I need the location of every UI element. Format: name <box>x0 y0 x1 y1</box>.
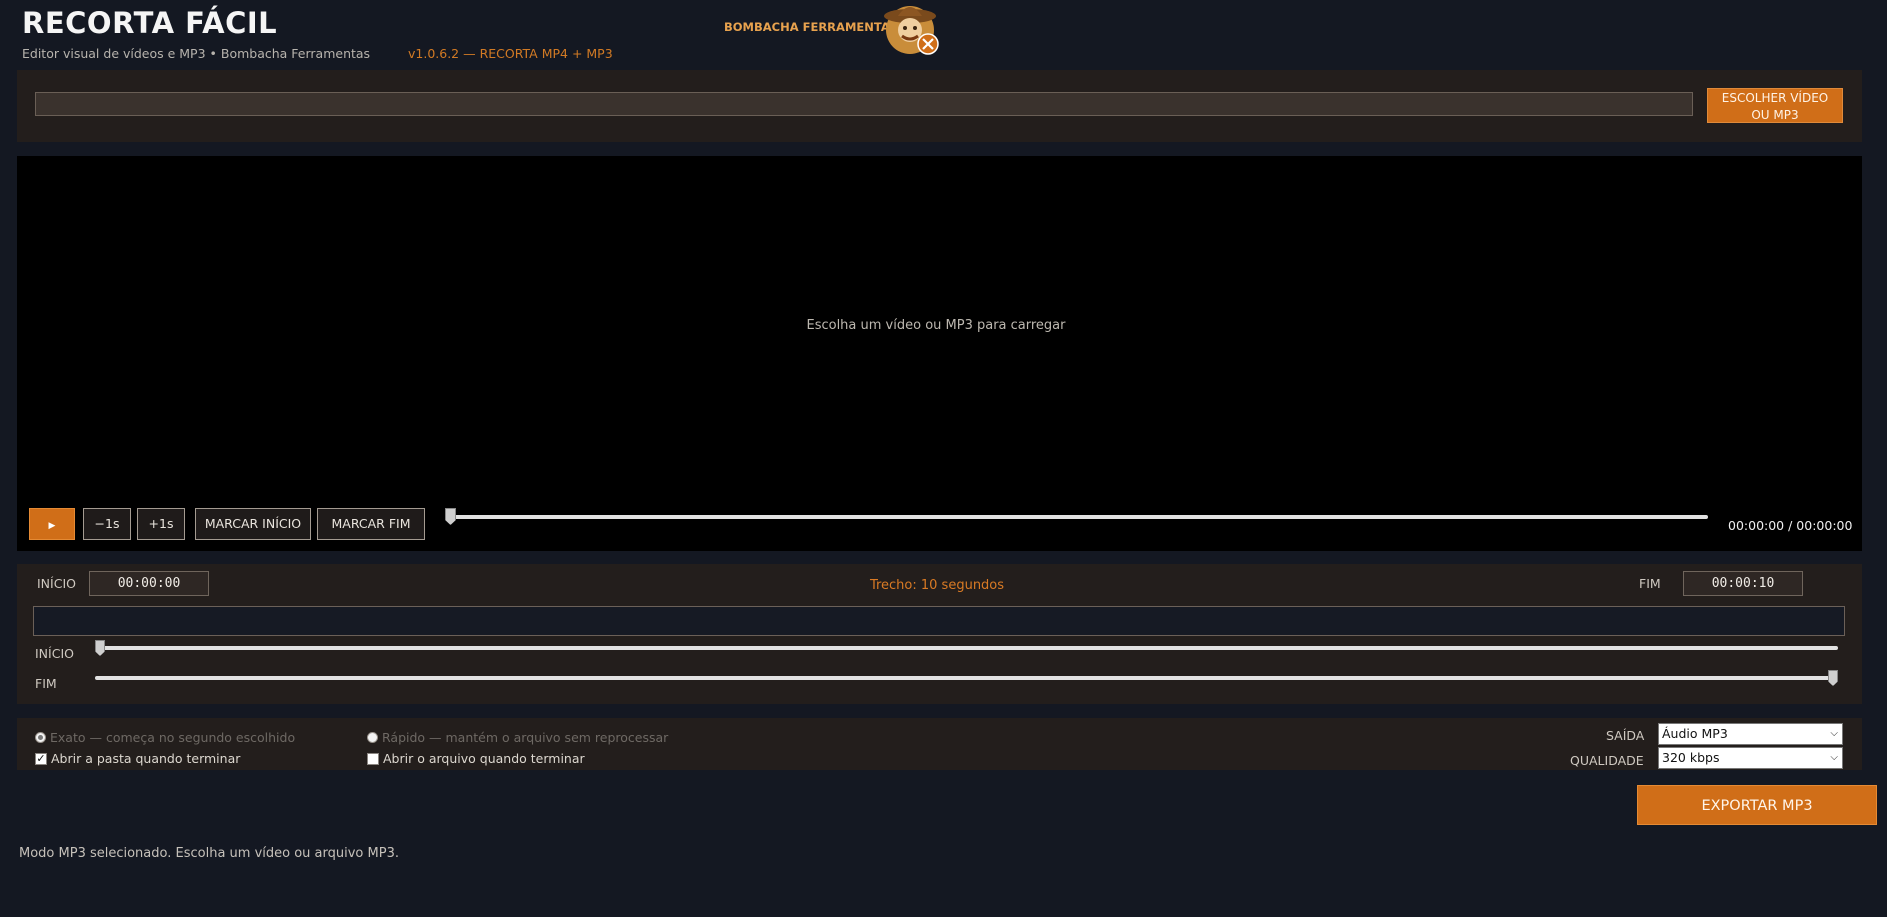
chevron-down-icon: ⌵ <box>1830 728 1838 739</box>
play-button[interactable]: ▶ <box>29 508 75 540</box>
open-file-label: Abrir o arquivo quando terminar <box>383 751 585 766</box>
fast-mode-option[interactable]: Rápido — mantém o arquivo sem reprocessa… <box>367 730 668 745</box>
exact-mode-radio[interactable] <box>35 732 46 743</box>
version-label: v1.0.6.2 — RECORTA MP4 + MP3 <box>408 46 613 61</box>
quality-label: QUALIDADE <box>1570 753 1644 768</box>
waveform-area[interactable] <box>33 606 1845 636</box>
fast-mode-label: Rápido — mantém o arquivo sem reprocessa… <box>382 730 669 745</box>
seek-bar[interactable] <box>450 515 1708 519</box>
choose-file-label-line1: ESCOLHER VÍDEO <box>1721 91 1829 105</box>
forward-1s-button[interactable]: +1s <box>137 508 185 540</box>
end-slider-track[interactable] <box>95 676 1838 680</box>
app-title: RECORTA FÁCIL <box>22 6 278 40</box>
video-placeholder-text: Escolha um vídeo ou MP3 para carregar <box>806 318 1066 333</box>
file-path-input[interactable] <box>35 92 1693 116</box>
mark-start-button[interactable]: MARCAR INÍCIO <box>195 508 311 540</box>
play-icon: ▶ <box>48 521 56 531</box>
quality-select-value: 320 kbps <box>1662 750 1720 765</box>
brand-name: BOMBACHA FERRAMENTAS <box>724 20 898 34</box>
brand-logo-icon <box>882 0 942 56</box>
app-subtitle: Editor visual de vídeos e MP3 • Bombacha… <box>22 46 371 61</box>
end-time-label: FIM <box>1639 576 1661 591</box>
open-folder-label: Abrir a pasta quando terminar <box>51 751 241 766</box>
choose-file-label-line2: OU MP3 <box>1751 108 1799 122</box>
video-preview[interactable] <box>17 156 1862 551</box>
chevron-down-icon: ⌵ <box>1830 752 1838 763</box>
output-select[interactable]: Áudio MP3 ⌵ <box>1658 723 1843 745</box>
start-slider-track[interactable] <box>95 646 1838 650</box>
status-message: Modo MP3 selecionado. Escolha um vídeo o… <box>19 846 399 861</box>
duration-text: Trecho: 10 segundos <box>869 578 1005 593</box>
output-select-value: Áudio MP3 <box>1662 726 1728 741</box>
choose-file-button[interactable]: ESCOLHER VÍDEO OU MP3 <box>1707 88 1843 123</box>
open-file-checkbox[interactable] <box>367 752 379 765</box>
end-time-field[interactable]: 00:00:10 <box>1683 571 1803 596</box>
time-display: 00:00:00 / 00:00:00 <box>1728 518 1853 533</box>
mark-end-button[interactable]: MARCAR FIM <box>317 508 425 540</box>
exact-mode-label: Exato — começa no segundo escolhido <box>50 730 296 745</box>
fast-mode-radio[interactable] <box>367 732 378 743</box>
output-label: SAÍDA <box>1606 728 1645 743</box>
quality-select[interactable]: 320 kbps ⌵ <box>1658 747 1843 769</box>
end-slider-label: FIM <box>35 676 57 691</box>
back-1s-button[interactable]: −1s <box>83 508 131 540</box>
open-file-option[interactable]: Abrir o arquivo quando terminar <box>367 751 585 766</box>
exact-mode-option[interactable]: Exato — começa no segundo escolhido <box>35 730 295 745</box>
open-folder-option[interactable]: ✓ Abrir a pasta quando terminar <box>35 751 240 766</box>
start-slider-label: INÍCIO <box>35 646 74 661</box>
export-button[interactable]: EXPORTAR MP3 <box>1637 785 1877 825</box>
open-folder-checkbox[interactable]: ✓ <box>35 752 47 765</box>
